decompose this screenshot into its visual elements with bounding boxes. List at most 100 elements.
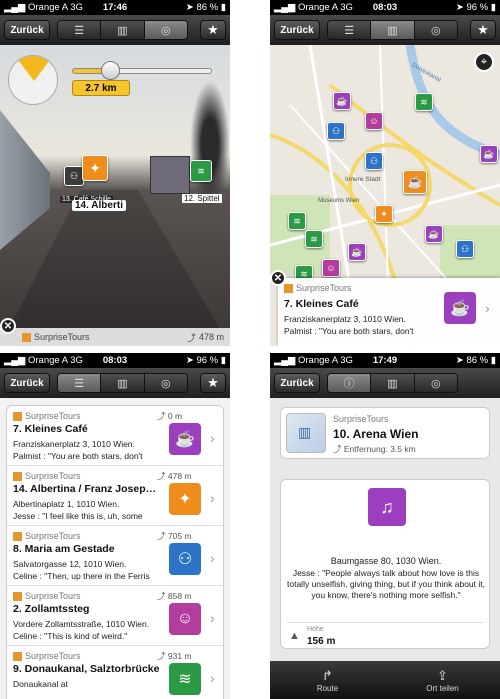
map-pin[interactable]: ☺ <box>322 259 340 277</box>
coffee-icon: ☕ <box>444 292 476 324</box>
ar-pin-12[interactable]: ≋ <box>190 160 212 182</box>
item-quote: Palmist : "You are both stars, don't <box>13 451 143 461</box>
close-icon[interactable]: ✕ <box>0 318 16 334</box>
item-address: Vordere Zollamtsstraße, 1010 Wien. <box>13 619 150 629</box>
bottom-bar: ↱ Route ⇪ Ort teilen <box>270 661 500 699</box>
detail-distance-row: ⤴ Entfernung: 3.5 km <box>333 443 416 455</box>
card-brand-label: SurpriseTours <box>296 283 352 293</box>
list-item[interactable]: SurpriseTours ⤴ 705 m 8. Maria am Gestade S… <box>7 526 223 586</box>
map-pin[interactable]: ≋ <box>415 93 433 111</box>
close-icon[interactable]: ✕ <box>270 270 286 286</box>
map-pin[interactable]: ≋ <box>305 230 323 248</box>
item-brand: SurpriseTours <box>13 531 81 541</box>
ar-label-12: 12. Spittel <box>182 194 222 203</box>
map-view-tab[interactable]: ▥ <box>371 374 415 392</box>
map-view-tab[interactable]: ▥ <box>101 21 145 39</box>
walk-icon: ⤴ <box>157 471 166 481</box>
map-pin[interactable]: ⚇ <box>327 122 345 140</box>
back-button[interactable]: Zurück <box>274 20 320 40</box>
map-icon: ▥ <box>387 377 398 390</box>
walk-icon: ⤴ <box>157 591 166 601</box>
back-button[interactable]: Zurück <box>274 373 320 393</box>
map-pin[interactable]: ☕ <box>348 243 366 261</box>
map-pin[interactable]: ☕ <box>480 145 498 163</box>
item-distance: ⤴ 478 m <box>157 470 192 482</box>
status-bar: ▂▄▆ Orange A 3G 08:03 ➤ 96 % ▮ <box>0 353 230 368</box>
back-button[interactable]: Zurück <box>4 373 50 393</box>
map-thumbnail[interactable]: ▥ <box>286 413 326 453</box>
map-pin[interactable]: ⚇ <box>456 240 474 258</box>
view-switcher: ☰ ▥ ◎ <box>57 373 188 393</box>
map-pin[interactable]: ✦ <box>375 205 393 223</box>
chevron-right-icon: › <box>210 670 215 686</box>
detail-address: Baumgasse 80, 1030 Wien. <box>330 556 442 566</box>
favorites-button[interactable]: ★ <box>470 20 496 40</box>
chevron-right-icon: › <box>210 610 215 626</box>
height-value: 156 m <box>307 636 336 647</box>
camera-icon: ◎ <box>431 377 441 390</box>
people-icon: ⚇ <box>69 170 79 181</box>
slider-thumb[interactable] <box>101 61 120 80</box>
share-button[interactable]: ⇪ Ort teilen <box>385 661 500 699</box>
map-pin[interactable]: ⚇ <box>365 152 383 170</box>
ar-pin-14[interactable]: ✦ <box>82 155 108 181</box>
map-view-tab[interactable]: ▥ <box>101 374 145 392</box>
distance-slider[interactable] <box>72 68 212 74</box>
surprisetours-logo-icon <box>22 332 31 342</box>
walk-icon: ⤴ <box>157 531 166 541</box>
camera-view-tab[interactable]: ◎ <box>144 21 187 39</box>
list-view-tab[interactable]: ☰ <box>58 374 102 392</box>
toolbar: Zurück ☰ ▥ ◎ ★ <box>0 368 230 398</box>
list-item[interactable]: SurpriseTours ⤴ 858 m 2. Zollamtssteg Vorde… <box>7 586 223 646</box>
map-pin[interactable]: ☕ <box>403 170 427 194</box>
status-bar: ▂▄▆ Orange A 3G 17:46 ➤ 86 % ▮ <box>0 0 230 15</box>
back-button[interactable]: Zurück <box>4 20 50 40</box>
camera-view-tab[interactable]: ◎ <box>144 374 187 392</box>
map-view-tab[interactable]: ▥ <box>371 21 415 39</box>
camera-view-tab[interactable]: ◎ <box>414 374 457 392</box>
ar-footer[interactable]: SurpriseTours ⤴ 478 m <box>0 328 230 346</box>
detail-brand: SurpriseTours <box>333 414 389 424</box>
map-icon: ▥ <box>117 24 128 37</box>
map-pin[interactable]: ☺ <box>365 112 383 130</box>
status-bar: ▂▄▆ Orange A 3G 08:03 ➤ 96 % ▮ <box>270 0 500 15</box>
list-item[interactable]: SurpriseTours ⤴ 0 m 7. Kleines Café Franzis… <box>7 406 223 466</box>
map-pin[interactable]: ≋ <box>288 212 306 230</box>
map-pin[interactable]: ☕ <box>425 225 443 243</box>
view-switcher: ☰ ▥ ◎ <box>57 20 188 40</box>
clock: 17:46 <box>102 2 128 13</box>
map-icon: ▥ <box>387 24 398 37</box>
camera-view-tab[interactable]: ◎ <box>414 21 457 39</box>
star-icon: ★ <box>207 375 219 390</box>
clock: 08:03 <box>102 355 128 366</box>
item-brand: SurpriseTours <box>13 411 81 421</box>
item-title: 9. Donaukanal, Salztorbrücke <box>13 663 160 675</box>
list-view-tab[interactable]: ☰ <box>328 21 372 39</box>
map-pin[interactable]: ☕ <box>333 92 351 110</box>
footer-brand: SurpriseTours <box>34 332 90 342</box>
poi-list: SurpriseTours ⤴ 0 m 7. Kleines Café Franzis… <box>6 405 224 699</box>
route-icon: ↱ <box>322 667 333 683</box>
map-label-innere-stadt: Innere Stadt <box>345 176 381 183</box>
item-distance: ⤴ 705 m <box>157 530 192 542</box>
walk-icon: ⤴ <box>186 332 196 343</box>
item-distance: ⤴ 931 m <box>157 650 192 662</box>
map-label-museum: Museums Wien <box>318 198 360 204</box>
card-address: Franziskanerplatz 3, 1010 Wien. <box>284 314 406 324</box>
list-view-tab[interactable]: ☰ <box>58 21 102 39</box>
list-item[interactable]: SurpriseTours ⤴ 931 m 9. Donaukanal, Salzt… <box>7 646 223 699</box>
route-button[interactable]: ↱ Route <box>270 661 385 699</box>
chevron-right-icon: › <box>485 300 490 316</box>
ar-label-14: 14. Alberti <box>72 200 126 211</box>
ar-pin-13[interactable]: ⚇ <box>64 166 84 186</box>
favorites-button[interactable]: ★ <box>200 20 226 40</box>
item-brand-label: SurpriseTours <box>25 651 81 661</box>
favorites-button[interactable]: ★ <box>200 373 226 393</box>
info-view-tab[interactable]: ⓘ <box>328 374 372 392</box>
detail-quote: Jesse : "People always talk about how lo… <box>287 568 485 600</box>
list-item[interactable]: SurpriseTours ⤴ 478 m 14. Albertina / Fran… <box>7 466 223 526</box>
radar <box>8 55 58 105</box>
locate-button[interactable]: ⌖ <box>474 52 494 72</box>
poi-card[interactable]: SurpriseTours 7. Kleines Café Franziskan… <box>278 278 500 346</box>
detail-title: 10. Arena Wien <box>333 427 419 441</box>
